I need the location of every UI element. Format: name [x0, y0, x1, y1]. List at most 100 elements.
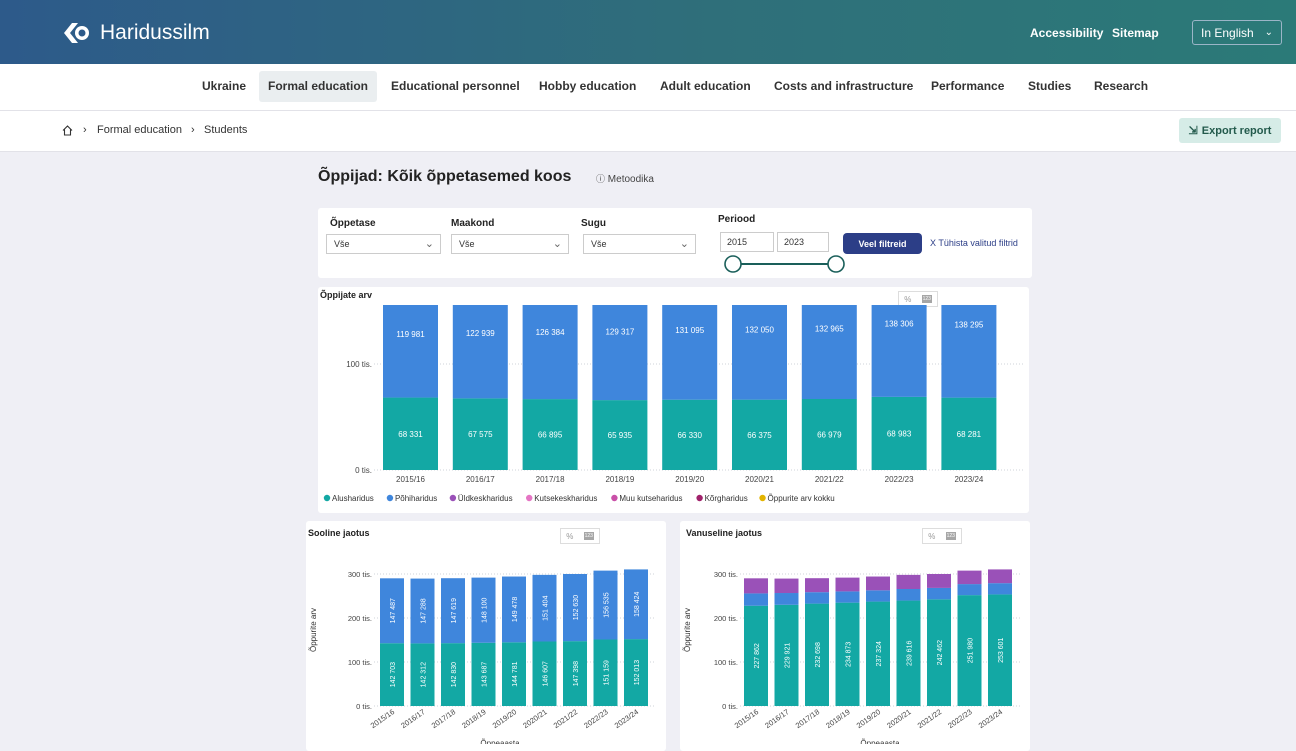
breadcrumb-students: Students [204, 124, 248, 136]
x-tick-label: 2020/21 [521, 707, 548, 730]
x-tick-label: 2023/24 [977, 707, 1004, 730]
percent-icon: % [566, 531, 574, 541]
data-label: 152 013 [634, 660, 641, 685]
data-label: 234 873 [846, 642, 853, 667]
x-tick-label: 2019/20 [675, 475, 704, 484]
data-label: 158 424 [634, 592, 641, 617]
bar-segment [896, 589, 921, 601]
y-tick-label: 100 tis. [346, 360, 372, 369]
language-select[interactable]: In English ⌄ [1192, 20, 1282, 45]
home-icon[interactable] [62, 125, 73, 136]
clear-filters-link[interactable]: X Tühista valitud filtrid [930, 238, 1018, 248]
x-tick-label: 2022/23 [582, 707, 609, 730]
data-label: 147 288 [421, 598, 428, 623]
level-select[interactable]: Vše ⌄ [326, 234, 441, 254]
data-label: 147 619 [451, 598, 458, 623]
y-tick-label: 300 tis. [348, 570, 372, 579]
nav-item-studies[interactable]: Studies [1019, 71, 1080, 102]
legend-marker [611, 494, 618, 502]
nav-item-formal-education[interactable]: Formal education [259, 71, 378, 102]
range-handle-start [724, 255, 742, 273]
export-report-button[interactable]: ⇲ Export report [1179, 118, 1281, 143]
period-to-input[interactable]: 2023 [777, 232, 829, 252]
metodika-link[interactable]: ⓘ Metoodika [596, 172, 654, 185]
age-percent-toggle[interactable]: % 123 [922, 528, 962, 544]
data-label: 237 324 [876, 641, 883, 666]
page-title: Õppijad: Kõik õppetasemed koos [318, 168, 572, 185]
legend-label: Kutsekeskharidus [534, 494, 597, 503]
data-label: 152 630 [573, 595, 580, 620]
bar-segment [732, 305, 787, 400]
nav-item-ukraine[interactable]: Ukraine [193, 71, 255, 102]
bar-segment [805, 592, 829, 604]
data-label: 66 895 [538, 431, 563, 440]
filter-level-label: Õppetase [330, 218, 376, 229]
y-tick-label: 100 tis. [348, 658, 372, 667]
chevron-down-icon: ⌄ [552, 238, 562, 250]
nav-item-research[interactable]: Research [1085, 71, 1157, 102]
data-label: 122 939 [466, 329, 495, 338]
brand-logo[interactable]: Haridussilm [62, 20, 210, 46]
nav-item-hobby-education[interactable]: Hobby education [530, 71, 645, 102]
breadcrumb-separator: › [191, 124, 195, 136]
legend-label: Muu kutseharidus [619, 494, 682, 503]
breadcrumb-formal-education[interactable]: Formal education [97, 124, 182, 136]
x-tick-label: 2019/20 [491, 707, 518, 730]
data-label: 148 100 [482, 597, 489, 622]
nav-item-educational-personnel[interactable]: Educational personnel [382, 71, 529, 102]
bar-segment [774, 593, 799, 605]
data-label: 142 830 [451, 662, 458, 687]
gender-select[interactable]: Vše ⌄ [583, 234, 696, 254]
data-label: 156 535 [604, 592, 611, 617]
more-filters-button[interactable]: Veel filtreid [843, 233, 922, 254]
x-tick-label: 2020/21 [745, 475, 774, 484]
county-select-value: Vše [459, 239, 475, 249]
export-report-label: Export report [1201, 124, 1272, 137]
y-tick-label: 0 tis. [355, 466, 372, 475]
data-label: 232 698 [815, 642, 822, 667]
legend-marker [526, 494, 533, 502]
x-tick-label: 2021/22 [815, 475, 844, 484]
accessibility-link[interactable]: Accessibility [1030, 26, 1103, 40]
number-icon: 123 [945, 532, 956, 540]
data-label: 138 306 [885, 320, 914, 329]
chevron-down-icon: ⌄ [679, 238, 689, 250]
x-tick-label: 2022/23 [885, 475, 914, 484]
nav-item-adult-education[interactable]: Adult education [651, 71, 760, 102]
data-label: 126 384 [536, 328, 565, 337]
period-from-input[interactable]: 2015 [720, 232, 774, 252]
legend-marker [386, 494, 394, 502]
legend-label: Õppurite arv kokku [768, 494, 835, 503]
data-label: 119 981 [396, 330, 425, 339]
legend-label: Alusharidus [332, 494, 374, 503]
period-range-slider[interactable] [722, 254, 848, 274]
x-tick-label: 2016/17 [399, 707, 426, 730]
bar-segment [744, 593, 768, 606]
x-tick-label: 2017/18 [536, 475, 565, 484]
data-label: 146 607 [543, 661, 550, 686]
nav-item-costs-infrastructure[interactable]: Costs and infrastructure [765, 71, 922, 102]
number-icon: 123 [921, 295, 932, 303]
bar-segment [957, 570, 982, 585]
x-tick-label: 2017/18 [430, 707, 457, 730]
county-select[interactable]: Vše ⌄ [451, 234, 569, 254]
data-label: 66 375 [747, 431, 772, 440]
x-tick-label: 2018/19 [605, 475, 634, 484]
data-label: 68 331 [398, 430, 423, 439]
x-tick-label: 2019/20 [855, 707, 882, 730]
y-tick-label: 100 tis. [714, 658, 738, 667]
data-label: 142 703 [390, 662, 397, 687]
percent-icon: % [904, 294, 912, 304]
nav-item-performance[interactable]: Performance [922, 71, 1013, 102]
sitemap-link[interactable]: Sitemap [1112, 26, 1159, 40]
eye-logo-icon [64, 23, 89, 43]
data-label: 151 159 [604, 660, 611, 685]
data-label: 65 935 [608, 431, 633, 440]
x-tick-label: 2015/16 [396, 475, 425, 484]
x-tick-label: 2018/19 [824, 707, 851, 730]
data-label: 147 398 [573, 661, 580, 686]
breadcrumb: › Formal education › Students [0, 111, 1296, 152]
gender-percent-toggle[interactable]: % 123 [560, 528, 600, 544]
top-bar: Haridussilm Accessibility Sitemap In Eng… [0, 0, 1296, 64]
legend-marker [759, 494, 766, 502]
